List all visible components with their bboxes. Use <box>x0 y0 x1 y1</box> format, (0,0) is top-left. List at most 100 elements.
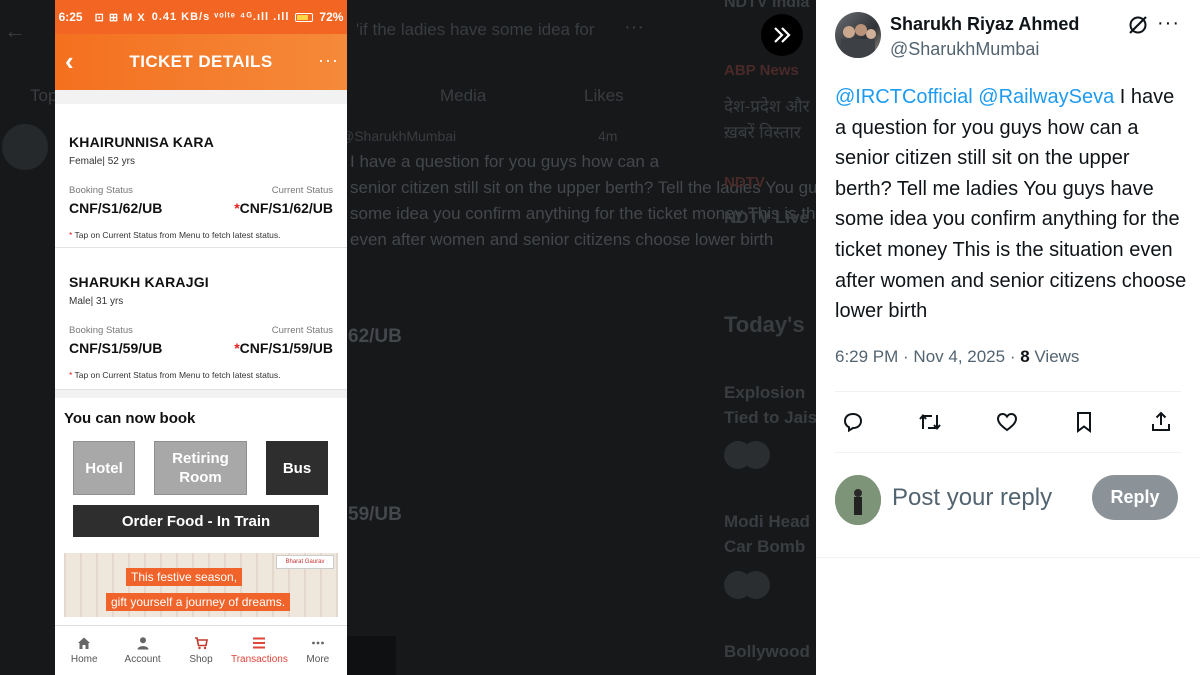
banner-text: gift yourself a journey of dreams. <box>106 593 291 611</box>
bg-tweet-line: even after women and senior citizens cho… <box>350 230 774 249</box>
current-status[interactable]: Current Status CNF/S1/59/UB <box>234 325 333 356</box>
mention-link[interactable]: @RailwaySeva <box>978 86 1114 108</box>
nav-account[interactable]: Account <box>113 626 171 675</box>
bg-news-line: Bollywood <box>724 642 810 661</box>
bg-section-heading: Today's <box>724 312 805 337</box>
divider <box>816 557 1200 558</box>
grok-icon[interactable] <box>1127 14 1149 36</box>
bg-news-line: Tied to Jais <box>724 408 816 427</box>
tweet-actions <box>835 404 1185 440</box>
bg-ghost-value: 59/UB <box>348 504 402 525</box>
author-avatar[interactable] <box>835 12 881 58</box>
bg-news-line: Explosion <box>724 383 806 402</box>
bg-news-line: ख़बरें विस्तार <box>724 123 801 142</box>
booking-status-label: Booking Status <box>69 325 133 336</box>
passenger-card: SHARUKH KARAJGI Male| 31 yrs Booking Sta… <box>55 248 347 390</box>
nav-shop[interactable]: Shop <box>172 626 230 675</box>
author-handle[interactable]: @SharukhMumbai <box>890 39 1039 60</box>
phone-status-bar: 6:25 ⊡ ⊞ M X 0.41 KB/s ᵛᵒˡᵗᵉ ⁴ᴳ.ıll .ıll… <box>55 0 347 34</box>
current-status[interactable]: Current Status CNF/S1/62/UB <box>234 185 333 216</box>
author-name[interactable]: Sharukh Riyaz Ahmed <box>890 14 1079 35</box>
festive-banner[interactable]: Bharat Gaurav This festive season, gift … <box>64 553 338 617</box>
home-icon <box>78 637 91 649</box>
ticket-content: KHAIRUNNISA KARA Female| 52 yrs Booking … <box>55 90 347 656</box>
booking-status: Booking Status CNF/S1/59/UB <box>69 325 162 356</box>
status-notification-icons: ⊡ ⊞ M X <box>94 11 146 24</box>
bg-tweet-time: 4m <box>598 128 618 144</box>
bg-news-line: NDTV Live <box>724 208 810 227</box>
user-avatar[interactable] <box>835 475 881 525</box>
booking-status-value: CNF/S1/62/UB <box>69 200 163 216</box>
bg-tweet-line: I have a question for you guys how can a <box>350 152 660 171</box>
bg-news-line: Car Bomb <box>724 537 806 556</box>
status-row: Booking Status CNF/S1/62/UB Current Stat… <box>69 185 333 216</box>
passenger-meta: Female| 52 yrs <box>69 156 135 167</box>
reply-button[interactable]: Reply <box>1092 475 1178 520</box>
nav-label: More <box>306 654 330 665</box>
nav-transactions[interactable]: Transactions <box>230 626 288 675</box>
views-count: 8 <box>1020 347 1030 366</box>
booking-status-value: CNF/S1/59/UB <box>69 340 163 356</box>
current-status-value[interactable]: CNF/S1/62/UB <box>234 200 333 216</box>
status-time: 6:25 <box>58 10 83 24</box>
order-food-button[interactable]: Order Food - In Train <box>73 505 319 537</box>
bottom-nav: Home Account Shop Transactions More <box>55 625 347 675</box>
bg-tab-top: Top <box>30 86 58 105</box>
tweet-meta: 6:29 PM · Nov 4, 2025 · 8 Views <box>835 347 1079 367</box>
retiring-room-button[interactable]: Retiring Room <box>154 441 247 495</box>
back-chevron-icon[interactable]: ‹ <box>65 46 74 77</box>
bookmark-action[interactable] <box>1066 404 1102 440</box>
current-status-value[interactable]: CNF/S1/59/UB <box>234 340 333 356</box>
hotel-button[interactable]: Hotel <box>73 441 135 495</box>
divider <box>835 452 1181 453</box>
avatar-photo <box>835 475 881 525</box>
header-more-icon[interactable]: ··· <box>318 50 339 71</box>
bg-more-icon: ··· <box>624 16 644 38</box>
tweet-timestamp[interactable]: 6:29 PM · Nov 4, 2025 · <box>835 347 1020 366</box>
tweet-body: I have a question for you guys how can a… <box>835 86 1187 323</box>
bg-ghost-value: 62/UB <box>348 326 402 347</box>
bg-avatars <box>724 571 776 599</box>
heart-icon <box>996 412 1018 432</box>
status-row: Booking Status CNF/S1/59/UB Current Stat… <box>69 325 333 356</box>
booking-status: Booking Status CNF/S1/62/UB <box>69 185 162 216</box>
bg-news-source: NDTV India <box>724 0 810 11</box>
tweet-detail-panel: Sharukh Riyaz Ahmed @SharukhMumbai ··· @… <box>816 0 1200 675</box>
bg-news-source: NDTV <box>724 174 765 191</box>
passenger-name: SHARUKH KARAJGI <box>69 274 209 290</box>
status-battery-percent: 72% <box>319 10 344 24</box>
status-note: Tap on Current Status from Menu to fetch… <box>69 230 333 240</box>
like-action[interactable] <box>989 404 1025 440</box>
bookmark-icon <box>1077 412 1091 433</box>
more-options-icon[interactable]: ··· <box>1157 12 1180 35</box>
reply-action[interactable] <box>835 404 871 440</box>
bg-back-arrow-icon: ← <box>4 18 26 43</box>
passenger-card: KHAIRUNNISA KARA Female| 52 yrs Booking … <box>55 104 347 248</box>
avatar-photo <box>841 24 876 58</box>
book-section-title: You can now book <box>64 410 196 427</box>
mention-link[interactable]: @IRCTCofficial <box>835 86 973 108</box>
share-action[interactable] <box>1143 404 1179 440</box>
bg-news-line: Modi Head <box>724 512 810 531</box>
nav-more[interactable]: More <box>289 626 347 675</box>
book-section: You can now book Hotel Retiring Room Bus… <box>55 398 347 656</box>
bg-avatar <box>2 124 48 170</box>
collapse-panel-button[interactable] <box>761 14 803 56</box>
banner-text: This festive season, <box>126 568 243 586</box>
repost-action[interactable] <box>912 404 948 440</box>
account-icon <box>137 637 149 650</box>
bus-button[interactable]: Bus <box>266 441 328 495</box>
tweet-author: Sharukh Riyaz Ahmed @SharukhMumbai ··· <box>835 12 1185 64</box>
transactions-icon <box>253 637 266 649</box>
bg-avatars <box>724 441 776 469</box>
nav-label: Account <box>124 654 161 665</box>
bg-tab-likes: Likes <box>584 86 624 105</box>
bg-tab-media: Media <box>440 86 487 105</box>
passenger-name: KHAIRUNNISA KARA <box>69 134 215 150</box>
nav-label: Home <box>70 654 98 665</box>
reply-input[interactable] <box>892 482 1082 514</box>
nav-home[interactable]: Home <box>55 626 113 675</box>
banner-logo: Bharat Gaurav <box>276 555 334 569</box>
nav-label: Shop <box>189 654 213 665</box>
bg-news-source: ABP News <box>724 62 799 79</box>
